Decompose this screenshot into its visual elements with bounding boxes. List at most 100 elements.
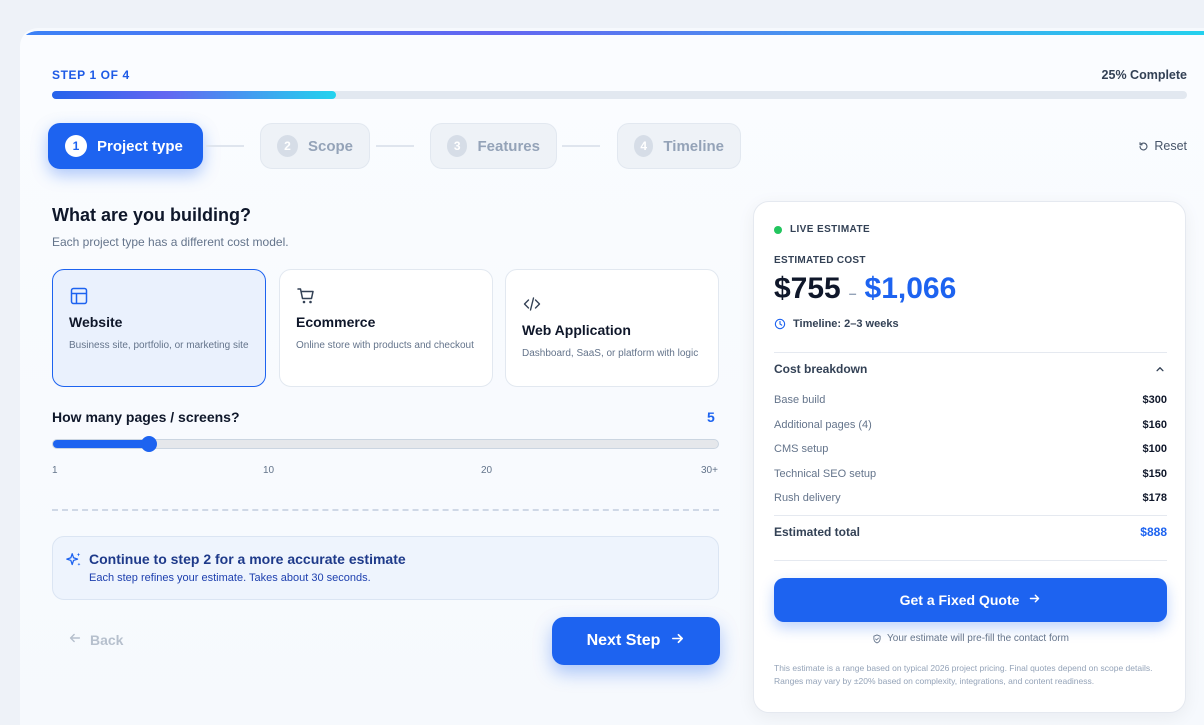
type-title: Web Application [522,322,631,338]
type-description: Dashboard, SaaS, or platform with logic [522,348,699,359]
step-timeline[interactable]: 4 Timeline [617,123,741,169]
slider-fill [53,440,150,448]
type-card-web-application[interactable]: Web Application Dashboard, SaaS, or plat… [505,269,719,387]
range-low: $755 [774,272,841,305]
step-project-type[interactable]: 1 Project type [48,123,203,169]
breakdown-item-amount: $178 [1142,492,1167,504]
chevron-up-icon[interactable] [1155,364,1165,374]
cost-range: $755 – $1,066 [774,272,956,306]
type-description: Business site, portfolio, or marketing s… [69,340,249,351]
slider-thumb[interactable] [141,436,158,452]
step-label: STEP 1 OF 4 [52,68,130,82]
step-label: Features [477,137,540,155]
step-label: Scope [307,137,353,155]
progress-fill [52,91,336,99]
dashed-divider [52,509,719,511]
arrow-left-icon [68,631,82,648]
disclaimer: This estimate is a range based on typica… [774,663,1153,686]
type-title: Ecommerce [296,314,376,330]
question-title: What are you building? [52,205,251,225]
live-estimate-label: LIVE ESTIMATE [774,224,870,235]
live-dot-icon [774,225,782,234]
type-card-ecommerce[interactable]: Ecommerce Online store with products and… [279,269,493,387]
divider [774,515,1167,516]
timeline-text: Timeline: 2–3 weeks [793,318,899,330]
arrow-right-icon [1028,592,1041,608]
total-label: Estimated total [774,525,861,539]
step-connector [206,145,244,147]
shield-check-icon [873,634,881,643]
breakdown-item-amount: $160 [1142,419,1167,431]
breakdown-row: CMS setup $100 [774,443,1167,455]
total-amount: $888 [1140,525,1167,539]
percent-complete: 25% Complete [1101,68,1187,82]
progress-bar [52,91,1187,99]
sparkles-icon [66,552,81,566]
next-label: Next Step [586,632,661,649]
estimate-panel: LIVE ESTIMATE ESTIMATED COST $755 – $1,0… [753,201,1186,713]
breakdown-item-name: CMS setup [774,443,829,455]
type-card-website[interactable]: Website Business site, portfolio, or mar… [52,269,266,387]
estimated-cost-label: ESTIMATED COST [774,255,866,266]
type-description: Online store with products and checkout [296,340,474,351]
step-label: Timeline [663,137,724,155]
get-fixed-quote-button[interactable]: Get a Fixed Quote [774,578,1167,622]
range-separator: – [848,285,857,301]
slider-tick: 20 [481,465,493,476]
pages-label: How many pages / screens? [52,409,240,425]
tip-subtitle: Each step refines your estimate. Takes a… [89,572,371,584]
breakdown-item-name: Rush delivery [774,492,841,504]
breakdown-item-name: Base build [774,394,826,406]
top-accent-bar [20,31,1204,35]
breakdown-row: Base build $300 [774,394,1167,406]
next-step-button[interactable]: Next Step [552,617,720,665]
cart-icon [297,288,314,304]
step-number: 3 [447,135,468,157]
estimator-card: STEP 1 OF 4 25% Complete 1 Project type … [20,28,1204,725]
clock-icon [774,318,786,330]
slider-tick: 10 [263,465,275,476]
step-number: 4 [634,135,654,157]
breakdown-title[interactable]: Cost breakdown [774,362,867,376]
reset-icon [1139,141,1148,150]
reset-label: Reset [1154,139,1187,153]
total-row: Estimated total $888 [774,525,1167,539]
tip-title: Continue to step 2 for a more accurate e… [89,551,406,567]
type-title: Website [69,314,123,330]
slider-tick: 30+ [701,465,718,476]
breakdown-item-amount: $150 [1142,468,1167,480]
breakdown-row: Additional pages (4) $160 [774,419,1167,431]
prefill-note: Your estimate will pre-fill the contact … [754,633,1187,644]
step-label: Project type [97,137,183,155]
arrow-right-icon [670,631,685,651]
reset-button[interactable]: Reset [1138,139,1187,153]
divider [774,352,1167,353]
pages-value: 5 [707,409,715,425]
breakdown-item-name: Additional pages (4) [774,419,872,431]
live-label: LIVE ESTIMATE [790,224,871,235]
back-button[interactable]: Back [68,631,123,648]
step-features[interactable]: 3 Features [430,123,557,169]
breakdown-item-name: Technical SEO setup [774,468,877,480]
breakdown-row: Rush delivery $178 [774,492,1167,504]
code-icon [523,297,541,311]
prefill-text: Your estimate will pre-fill the contact … [887,633,1069,644]
breakdown-item-amount: $300 [1142,394,1167,406]
divider [774,560,1167,561]
step-scope[interactable]: 2 Scope [260,123,370,169]
quote-label: Get a Fixed Quote [899,592,1020,608]
question-subtitle: Each project type has a different cost m… [52,235,289,249]
step-number: 2 [277,135,298,157]
range-high: $1,066 [864,272,957,305]
step-connector [562,145,600,147]
breakdown-item-amount: $100 [1142,443,1167,455]
timeline-info: Timeline: 2–3 weeks [774,318,899,330]
pages-slider[interactable] [52,436,719,452]
layout-icon [70,287,88,305]
step-connector [376,145,414,147]
step-number: 1 [65,135,87,157]
tip-banner: Continue to step 2 for a more accurate e… [52,536,719,600]
back-label: Back [90,631,124,648]
slider-tick: 1 [52,465,58,476]
breakdown-row: Technical SEO setup $150 [774,468,1167,480]
